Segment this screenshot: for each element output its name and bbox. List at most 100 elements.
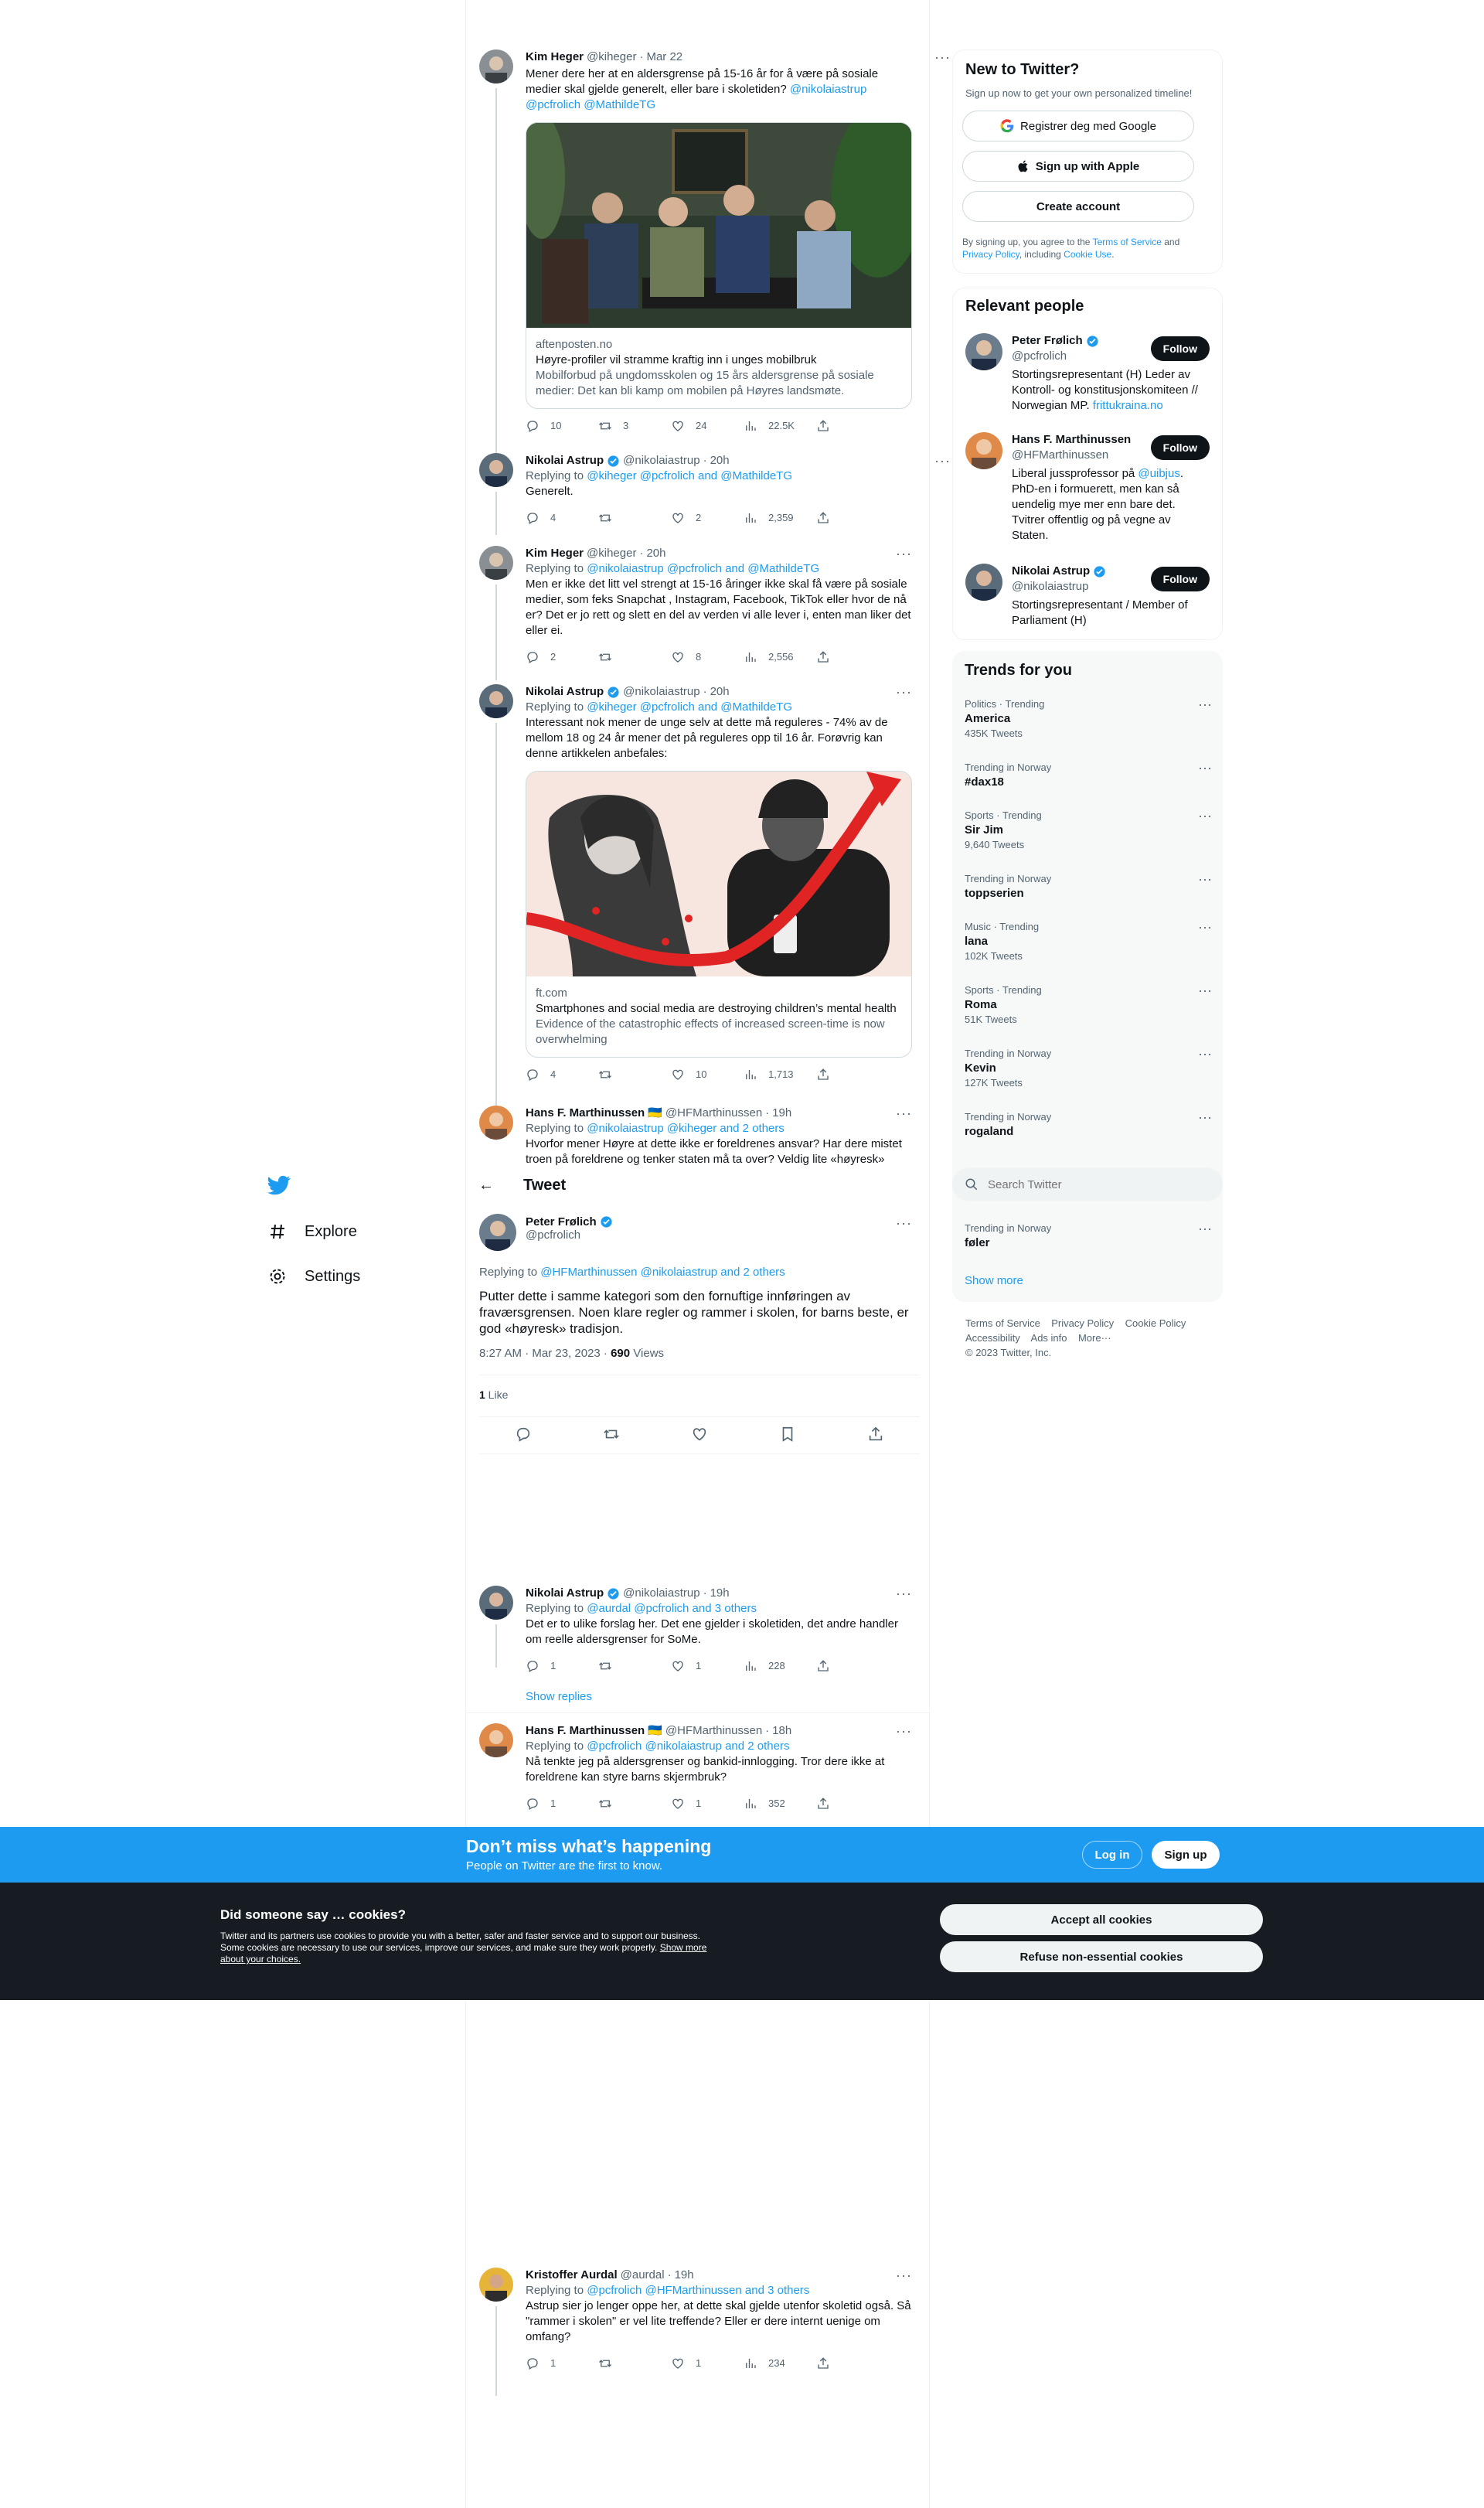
- more-icon[interactable]: ···: [1198, 983, 1212, 997]
- tweet-time[interactable]: 19h: [710, 1586, 730, 1601]
- author-name[interactable]: Peter Frølich: [526, 1215, 597, 1228]
- views-button[interactable]: 2,556: [744, 649, 816, 665]
- more-icon[interactable]: ···: [1198, 1110, 1212, 1124]
- retweet-button[interactable]: [598, 650, 671, 664]
- trend-item[interactable]: Trending in Norway rogaland ···: [965, 1110, 1212, 1140]
- avatar[interactable]: [479, 2268, 513, 2302]
- trend-item[interactable]: Sports · Trending Sir Jim 9,640 Tweets ···: [965, 809, 1212, 852]
- tweet-time[interactable]: Mar 22: [646, 49, 682, 65]
- author-name[interactable]: Kim Heger: [526, 546, 584, 561]
- link-card[interactable]: aftenposten.no Høyre-profiler vil stramm…: [526, 122, 912, 409]
- author-name[interactable]: Nikolai Astrup: [526, 1586, 604, 1601]
- tweet-time[interactable]: 20h: [710, 684, 730, 700]
- likes-count[interactable]: 1 Like: [479, 1389, 508, 1401]
- views-button[interactable]: 352: [744, 1796, 816, 1811]
- author-name[interactable]: Hans F. Marthinussen: [526, 1106, 645, 1121]
- person-name[interactable]: Nikolai Astrup: [1012, 564, 1090, 579]
- reply-button[interactable]: 2: [526, 649, 598, 665]
- follow-button[interactable]: Follow: [1150, 435, 1210, 460]
- nav-settings[interactable]: Settings: [267, 1266, 360, 1286]
- like-button[interactable]: 1: [671, 2356, 744, 2371]
- author-handle[interactable]: @HFMarthinussen: [665, 1106, 762, 1121]
- trend-item[interactable]: Trending in Norway føler ···: [965, 1222, 1212, 1251]
- tweet[interactable]: Kim Heger @kiheger · Mar 22 ··· Mener de…: [479, 49, 950, 459]
- apple-signup-button[interactable]: Sign up with Apple: [962, 151, 1194, 182]
- trend-item[interactable]: Sports · Trending Roma 51K Tweets ···: [965, 983, 1212, 1027]
- more-icon[interactable]: ···: [1198, 761, 1212, 775]
- share-button[interactable]: [816, 419, 889, 433]
- reply-button[interactable]: 1: [526, 1658, 598, 1674]
- login-button[interactable]: Log in: [1082, 1841, 1142, 1869]
- author-handle[interactable]: @kiheger: [587, 49, 636, 65]
- tweet-time[interactable]: 18h: [772, 1723, 791, 1739]
- author-handle[interactable]: @pcfrolich: [526, 1228, 613, 1242]
- more-icon[interactable]: ···: [934, 453, 951, 469]
- author-handle[interactable]: @HFMarthinussen: [665, 1723, 762, 1739]
- more-icon[interactable]: ···: [1198, 809, 1212, 823]
- follow-button[interactable]: Follow: [1150, 336, 1210, 361]
- avatar[interactable]: [965, 564, 1002, 601]
- author-name[interactable]: Nikolai Astrup: [526, 684, 604, 700]
- share-button[interactable]: [816, 1797, 889, 1811]
- replying-to[interactable]: @pcfrolich @HFMarthinussen and 3 others: [587, 2284, 809, 2297]
- reply-button[interactable]: 1: [526, 2356, 598, 2371]
- share-button[interactable]: [816, 2356, 889, 2370]
- tweet[interactable]: Nikolai Astrup @nikolaiastrup · 20h ··· …: [479, 453, 950, 535]
- more-icon[interactable]: ···: [896, 1586, 912, 1602]
- retweet-button[interactable]: 3: [598, 418, 671, 434]
- replying-to[interactable]: @aurdal @pcfrolich and 3 others: [587, 1602, 757, 1615]
- share-button[interactable]: [816, 1068, 889, 1082]
- retweet-button[interactable]: [598, 1659, 671, 1673]
- retweet-button[interactable]: [598, 1068, 671, 1082]
- search-bar[interactable]: [952, 1167, 1223, 1201]
- trend-item[interactable]: Music · Trending lana 102K Tweets ···: [965, 920, 1212, 963]
- replying-to[interactable]: @nikolaiastrup @pcfrolich and @MathildeT…: [587, 562, 819, 575]
- avatar[interactable]: [479, 49, 513, 83]
- tweet[interactable]: Kristoffer Aurdal @aurdal · 19h Replying…: [479, 2268, 920, 2396]
- terms-link[interactable]: Terms of Service: [1093, 237, 1162, 247]
- more-icon[interactable]: ···: [1198, 1047, 1212, 1061]
- more-icon[interactable]: ···: [1198, 1222, 1212, 1235]
- like-button[interactable]: 8: [671, 649, 744, 665]
- avatar[interactable]: [479, 684, 513, 718]
- author-handle[interactable]: @nikolaiastrup: [623, 1586, 699, 1601]
- retweet-button[interactable]: [598, 2356, 671, 2370]
- tweet[interactable]: Nikolai Astrup @nikolaiastrup · 19h Repl…: [479, 1586, 920, 1703]
- views-button[interactable]: 22.5K: [744, 418, 816, 434]
- reply-icon[interactable]: [515, 1426, 532, 1443]
- author-name[interactable]: Nikolai Astrup: [526, 453, 604, 469]
- more-icon[interactable]: ···: [896, 1215, 912, 1232]
- more-icon[interactable]: ···: [1198, 920, 1212, 934]
- trend-item[interactable]: Politics · Trending America 435K Tweets ···: [965, 697, 1212, 741]
- like-icon[interactable]: [691, 1426, 708, 1443]
- twitter-bird-icon[interactable]: [267, 1174, 292, 1198]
- reply-button[interactable]: 4: [526, 510, 598, 526]
- retweet-button[interactable]: [598, 511, 671, 525]
- link-card[interactable]: ft.com Smartphones and social media are …: [526, 771, 912, 1058]
- replying-to[interactable]: @kiheger @pcfrolich and @MathildeTG: [587, 469, 792, 482]
- share-icon[interactable]: [867, 1426, 884, 1443]
- replying-to[interactable]: @kiheger @pcfrolich and @MathildeTG: [587, 700, 792, 714]
- author-name[interactable]: Kim Heger: [526, 49, 584, 65]
- more-icon[interactable]: ···: [896, 1723, 912, 1740]
- share-button[interactable]: [816, 650, 889, 664]
- like-button[interactable]: 10: [671, 1067, 744, 1082]
- more-icon[interactable]: ···: [1198, 697, 1212, 711]
- footer-ads[interactable]: Ads info: [1031, 1332, 1067, 1344]
- tweet-time[interactable]: 20h: [646, 546, 665, 561]
- bio-link[interactable]: @uibjus: [1138, 467, 1179, 480]
- like-button[interactable]: 24: [671, 418, 744, 434]
- retweet-icon[interactable]: [603, 1426, 620, 1443]
- google-signup-button[interactable]: Registrer deg med Google: [962, 111, 1194, 141]
- more-icon[interactable]: ···: [934, 49, 951, 65]
- person-name[interactable]: Hans F. Marthinussen: [1012, 432, 1131, 448]
- tweet-time[interactable]: 19h: [772, 1106, 791, 1121]
- author-handle[interactable]: @nikolaiastrup: [623, 453, 699, 469]
- avatar[interactable]: [479, 453, 513, 487]
- signup-button[interactable]: Sign up: [1152, 1841, 1220, 1869]
- tweet-time[interactable]: 19h: [675, 2268, 694, 2283]
- like-button[interactable]: 1: [671, 1658, 744, 1674]
- person-name[interactable]: Peter Frølich: [1012, 333, 1083, 349]
- bio-link[interactable]: frittukraina.no: [1093, 399, 1163, 412]
- like-button[interactable]: 2: [671, 510, 744, 526]
